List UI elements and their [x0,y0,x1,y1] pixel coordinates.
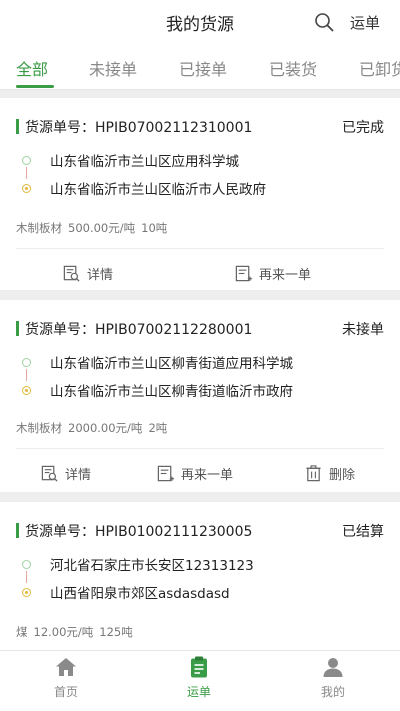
detail-icon [41,465,58,482]
delete-button[interactable]: 删除 [304,464,355,483]
origin-address: 山东省临沂市兰山区柳青街道应用科学城 [50,356,293,372]
reorder-icon [157,465,175,482]
trash-icon [306,465,321,482]
source-card[interactable]: 货源单号：HPIB01002111230005 已结算 河北省石家庄市长安区12… [0,502,400,650]
nav-home-label: 首页 [53,685,78,699]
delete-label: 删除 [329,468,356,483]
origin-dot-icon [22,358,31,367]
origin-address: 河北省石家庄市长安区12313123 [50,558,254,574]
order-number: HPIB07002112310001 [95,120,253,136]
nav-home[interactable]: 首页 [26,655,106,700]
origin-dot-icon [22,156,31,165]
card-divider [16,248,384,249]
reorder-button[interactable]: 再来一单 [156,464,233,483]
cargo-weight: 2吨 [148,421,168,435]
cargo-weight: 10吨 [141,221,168,235]
cargo-name: 煤 [16,625,28,639]
destination-address: 山东省临沂市兰山区临沂市人民政府 [50,182,266,198]
destination-dot-icon [22,184,31,193]
cargo-info: 煤 12.00元/吨 125吨 [16,624,139,640]
user-icon [323,658,343,677]
route: 山东省临沂市兰山区应用科学城 山东省临沂市兰山区临沂市人民政府 [16,150,392,210]
accent-bar [16,523,19,538]
source-list: 货源单号：HPIB07002112310001 已完成 山东省临沂市兰山区应用科… [0,90,400,650]
route-line [26,369,27,381]
nav-profile[interactable]: 我的 [293,655,373,700]
status-badge: 未接单 [342,322,384,338]
cargo-weight: 125吨 [99,625,133,639]
route: 山东省临沂市兰山区柳青街道应用科学城 山东省临沂市兰山区柳青街道临沂市政府 [16,352,392,412]
nav-waybill-label: 运单 [186,685,211,699]
reorder-button[interactable]: 再来一单 [234,264,311,283]
order-number: HPIB07002112280001 [95,322,253,338]
source-card[interactable]: 货源单号：HPIB07002112280001 未接单 山东省临沂市兰山区柳青街… [0,300,400,492]
order-label: 货源单号： [25,120,95,136]
cargo-price: 2000.00元/吨 [68,421,143,435]
route-line [26,167,27,179]
cargo-info: 木制板材 2000.00元/吨 2吨 [16,420,173,436]
status-tabs: 全部 未接单 已接单 已装货 已卸货 [0,44,400,90]
card-divider [16,448,384,449]
search-icon[interactable] [314,12,334,32]
home-icon [56,658,76,676]
destination-dot-icon [22,588,31,597]
accent-bar [16,119,19,134]
origin-address: 山东省临沂市兰山区应用科学城 [50,154,239,170]
bottom-nav: 首页 运单 我的 [0,650,400,711]
detail-icon [63,265,80,282]
order-number: HPIB01002111230005 [95,524,253,540]
cargo-price: 12.00元/吨 [33,625,94,639]
destination-address: 山东省临沂市兰山区柳青街道临沂市政府 [50,384,293,400]
tab-loaded[interactable]: 已装货 [269,56,317,80]
destination-address: 山西省阳泉市郊区asdasdasd [50,586,230,602]
source-card[interactable]: 货源单号：HPIB07002112310001 已完成 山东省临沂市兰山区应用科… [0,98,400,290]
detail-label: 详情 [65,468,92,483]
cargo-name: 木制板材 [16,221,62,235]
origin-dot-icon [22,560,31,569]
clipboard-icon [191,656,207,678]
reorder-icon [235,265,253,282]
active-tab-indicator [16,85,54,88]
detail-label: 详情 [87,268,114,283]
order-label: 货源单号： [25,322,95,338]
nav-waybill[interactable]: 运单 [159,655,239,700]
status-badge: 已结算 [342,524,384,540]
tab-unloaded[interactable]: 已卸货 [359,56,400,80]
detail-button[interactable]: 详情 [62,264,113,283]
status-badge: 已完成 [342,120,384,136]
app-header: 我的货源 运单 [0,0,400,44]
card-header: 货源单号：HPIB07002112310001 已完成 [16,116,384,140]
nav-profile-label: 我的 [320,685,345,699]
order-label: 货源单号： [25,524,95,540]
card-header: 货源单号：HPIB07002112280001 未接单 [16,318,384,342]
card-header: 货源单号：HPIB01002111230005 已结算 [16,520,384,544]
waybill-button[interactable]: 运单 [350,12,380,33]
page-title: 我的货源 [166,15,234,35]
tab-accepted[interactable]: 已接单 [179,56,227,80]
tab-not-accepted[interactable]: 未接单 [89,56,137,80]
accent-bar [16,321,19,336]
tab-all[interactable]: 全部 [16,56,48,80]
reorder-label: 再来一单 [181,468,234,483]
route: 河北省石家庄市长安区12313123 山西省阳泉市郊区asdasdasd [16,554,392,614]
destination-dot-icon [22,386,31,395]
route-line [26,571,27,583]
cargo-price: 500.00元/吨 [68,221,136,235]
detail-button[interactable]: 详情 [40,464,91,483]
cargo-name: 木制板材 [16,421,62,435]
reorder-label: 再来一单 [259,268,312,283]
cargo-info: 木制板材 500.00元/吨 10吨 [16,220,173,236]
